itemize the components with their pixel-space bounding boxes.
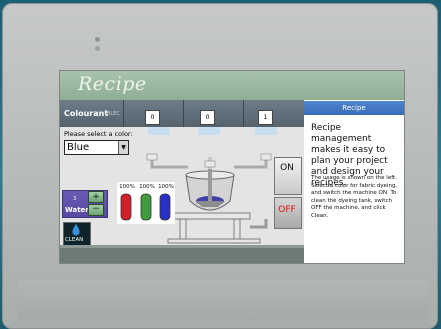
water-label: Water [65,206,89,214]
plus-icon: + [92,192,100,202]
color-select-label: Please select a color: [64,130,133,138]
info-panel-detail: The usage is shown on the left. Select a… [311,175,398,219]
info-panel-heading: Recipe [304,101,404,115]
water-plus-button[interactable]: + [88,191,104,203]
select-arrow-icon[interactable]: ▼ [118,141,128,154]
off-label: OFF [278,205,296,215]
tube-green [140,193,152,221]
floor [60,248,304,263]
minus-icon: − [92,204,100,214]
clean-label: CLEAN [65,237,84,243]
water-minus-button[interactable]: − [88,204,104,216]
pipe-left [150,157,188,169]
on-label: ON [280,163,294,173]
dispenser-1 [148,127,170,135]
water-count: 3 [73,196,77,202]
tube-red-percent: 100% [119,184,135,190]
bezel-bottom-panel [18,280,428,320]
status-led [95,37,100,42]
tube-green-percent: 100% [139,184,155,190]
tube-red [120,193,132,221]
tube-blue-percent: 100% [158,184,174,190]
dye-tubes [120,193,171,221]
water-drop-icon [72,224,80,236]
tube-blue [159,193,171,221]
color-select[interactable]: Blue ▼ [64,140,129,155]
dyeing-machine-illustration [146,127,277,244]
color-select-value: Blue [67,142,90,153]
dispenser-2 [198,127,220,135]
sensor-led [95,46,100,51]
dispenser-3 [255,127,277,135]
